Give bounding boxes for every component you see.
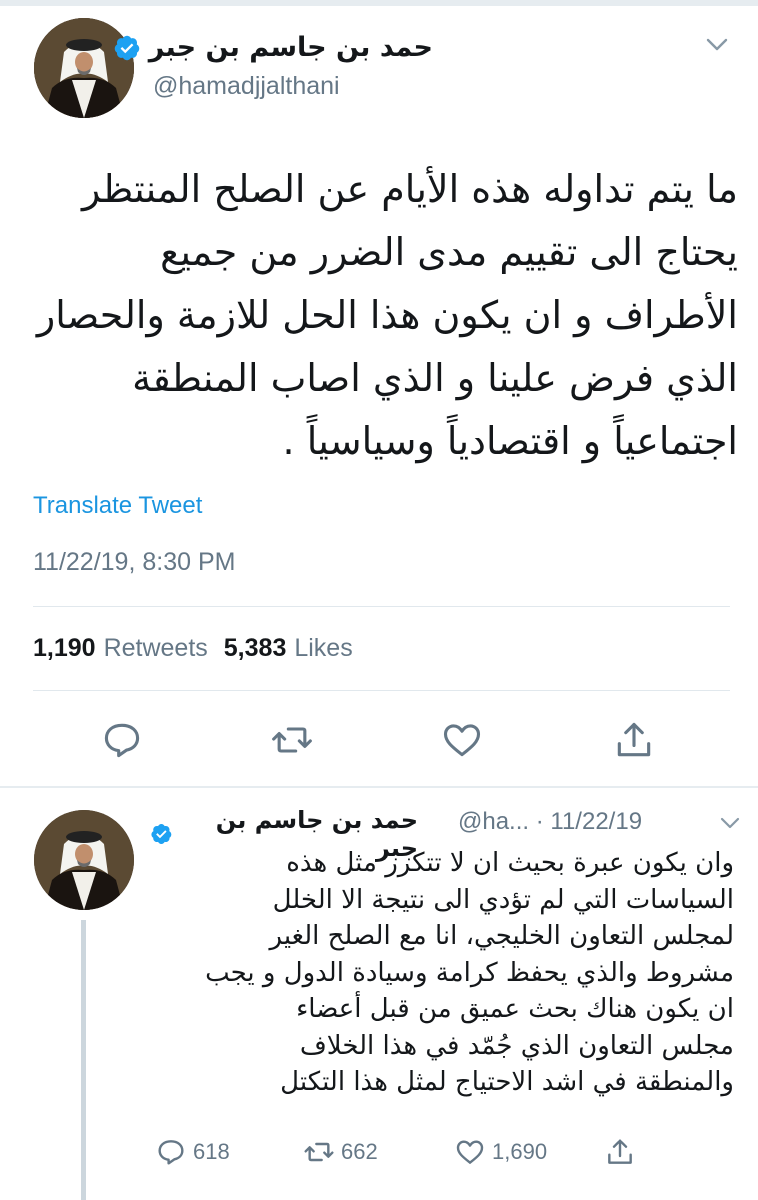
- tweet-text-line: ما يتم تداوله هذه الأيام عن الصلح المنتظ…: [82, 167, 738, 211]
- reply-text-line: ان يكون هناك بحث عميق من قبل أعضاء: [296, 994, 734, 1024]
- reply-likes-count: 1,690: [492, 1139, 548, 1164]
- retweets-label: Retweets: [103, 634, 208, 662]
- divider: [33, 690, 730, 691]
- retweet-button[interactable]: [270, 718, 314, 762]
- tweet-text-line: يحتاج الى تقييم مدى الضرر من جميع: [160, 230, 738, 274]
- chevron-down-icon[interactable]: [706, 38, 728, 52]
- tweet-actions: [0, 718, 758, 762]
- reply-author-avatar[interactable]: [34, 810, 134, 910]
- author-name-row[interactable]: حمد بن جاسم بن جبر: [113, 32, 433, 63]
- reply-like-button[interactable]: 1,690: [454, 1136, 547, 1168]
- heart-icon: [443, 724, 481, 757]
- retweet-icon: [304, 1142, 334, 1162]
- verified-badge-icon: [114, 35, 140, 60]
- tweet-text: ما يتم تداوله هذه الأيام عن الصلح المنتظ…: [28, 158, 738, 473]
- like-button[interactable]: [440, 718, 484, 762]
- translate-tweet-link[interactable]: Translate Tweet: [33, 492, 202, 520]
- likes-stat[interactable]: 5,383 Likes: [224, 634, 353, 663]
- reply-text-line: والمنطقة في اشد الاحتياج لمثل هذا التكتل: [280, 1067, 734, 1097]
- retweets-stat[interactable]: 1,190 Retweets: [33, 634, 208, 663]
- reply-icon: [158, 1140, 184, 1165]
- reply-reply-button[interactable]: 618: [155, 1136, 230, 1168]
- reply-meta: @ha... · 11/22/19: [458, 808, 642, 836]
- reply-handle[interactable]: @ha...: [458, 808, 529, 835]
- reply-retweets-count: 662: [341, 1139, 378, 1164]
- likes-count: 5,383: [223, 634, 287, 662]
- reply-text: وان يكون عبرة بحيث ان لا تتكرر مثل هذه ا…: [150, 845, 734, 1101]
- share-icon: [617, 722, 651, 757]
- reply-date[interactable]: · 11/22/19: [536, 808, 642, 835]
- verified-badge-icon: [151, 824, 172, 844]
- reply-retweet-button[interactable]: 662: [303, 1136, 378, 1168]
- reply-text-line: مجلس التعاون الذي جُمّد في هذا الخلاف: [299, 1030, 734, 1061]
- reply-icon: [104, 723, 140, 758]
- author-handle[interactable]: @hamadjjalthani: [153, 72, 340, 101]
- tweet-separator: [0, 786, 758, 788]
- top-border: [0, 0, 758, 6]
- reply-header: حمد بن جاسم بن جبر @ha... · 11/22/19: [150, 802, 740, 862]
- avatar-photo: [34, 810, 134, 910]
- likes-label: Likes: [294, 634, 353, 662]
- reply-text-line: مشروط والذي يحفظ كرامة وسيادة الدول و يج…: [205, 957, 734, 988]
- reply-text-line: وان يكون عبرة بحيث ان لا تتكرر مثل هذه: [286, 848, 734, 878]
- reply-text-line: السياسات التي لم تؤدي الى نتيجة الا الخل…: [272, 884, 734, 915]
- tweet-text-line: اجتماعياً و اقتصادياً وسياسياً .: [282, 419, 738, 463]
- tweet-text-line: الأطراف و ان يكون هذا الحل للازمة والحصا…: [36, 293, 738, 337]
- reply-text-line: لمجلس التعاون الخليجي، انا مع الصلح الغي…: [269, 921, 734, 951]
- divider: [33, 606, 730, 607]
- heart-icon: [456, 1140, 484, 1164]
- retweets-count: 1,190: [33, 634, 96, 662]
- tweet-stats: 1,190 Retweets 5,383 Likes: [33, 634, 353, 663]
- share-button[interactable]: [612, 718, 656, 762]
- tweet-text-line: الذي فرض علينا و الذي اصاب المنطقة: [132, 356, 738, 400]
- reply-actions: 618 662 1,690: [0, 1136, 758, 1172]
- share-icon: [608, 1139, 632, 1164]
- tweet-timestamp[interactable]: 11/22/19, 8:30 PM: [33, 548, 235, 577]
- reply-button[interactable]: [100, 718, 144, 762]
- reply-share-button[interactable]: [604, 1136, 636, 1168]
- reply-replies-count: 618: [193, 1139, 230, 1164]
- retweet-icon: [272, 727, 312, 753]
- chevron-down-icon[interactable]: [720, 817, 740, 829]
- author-name[interactable]: حمد بن جاسم بن جبر: [149, 32, 433, 63]
